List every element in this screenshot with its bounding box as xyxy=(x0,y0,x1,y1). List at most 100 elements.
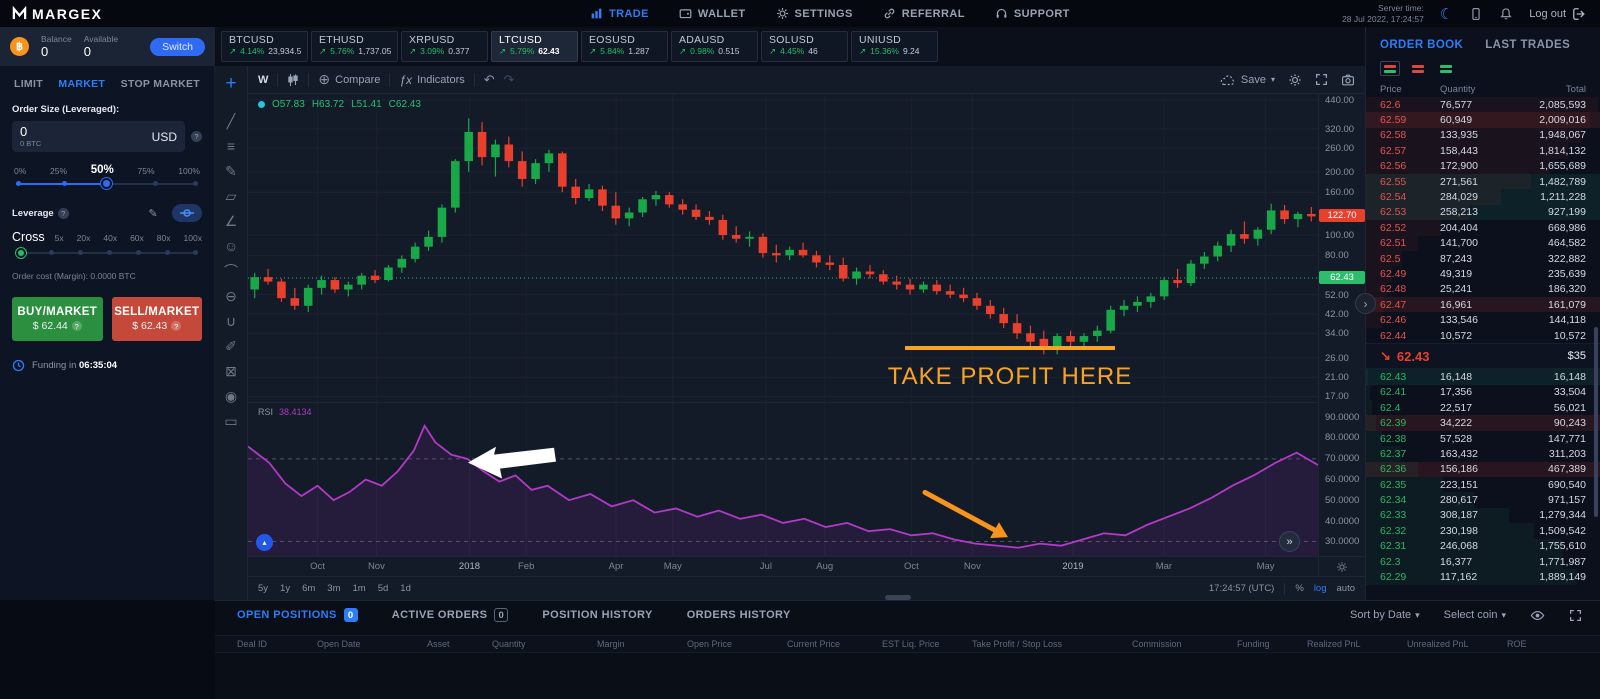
fullscreen-icon[interactable] xyxy=(1315,73,1328,86)
price-axis[interactable]: 440.00320.00260.00200.00160.00100.0080.0… xyxy=(1318,94,1365,556)
undo-button[interactable]: ↶ xyxy=(484,72,495,88)
save-layout-button[interactable]: Save ▾ xyxy=(1220,74,1275,86)
percent-label-50[interactable]: 50% xyxy=(91,164,114,176)
orderbook-row[interactable]: 62.5960,9492,009,016 xyxy=(1366,112,1600,127)
range-1m[interactable]: 1m xyxy=(353,583,366,594)
time-axis[interactable]: OctNov2018FebAprMayJulAugOctNov2019MarMa… xyxy=(248,556,1365,576)
leverage-slider-handle[interactable] xyxy=(16,248,26,258)
percent-slider-handle[interactable] xyxy=(101,178,112,189)
expand-panel-icon[interactable] xyxy=(1569,609,1582,622)
tab-open-positions[interactable]: OPEN POSITIONS0 xyxy=(237,608,358,622)
fib-retracement-tool[interactable]: ≡ xyxy=(227,139,235,153)
notifications-bell-icon[interactable] xyxy=(1499,7,1513,21)
tab-order-book[interactable]: ORDER BOOK xyxy=(1380,39,1463,51)
hide-drawings-tool[interactable]: ◉ xyxy=(225,389,237,403)
orderbook-row[interactable]: 62.56172,9001,655,689 xyxy=(1366,159,1600,174)
leverage-mark-20x[interactable]: 20x xyxy=(77,233,91,243)
orderbook-row[interactable]: 62.4825,241186,320 xyxy=(1366,282,1600,297)
forecast-tool[interactable]: ∠ xyxy=(225,214,238,228)
ticker-btcusd[interactable]: BTCUSD↗4.14%23,934.5 xyxy=(221,31,308,62)
percent-label-25[interactable]: 25% xyxy=(50,166,67,176)
chart-clock[interactable]: 17:24:57 (UTC) xyxy=(1209,583,1274,594)
range-3m[interactable]: 3m xyxy=(327,583,340,594)
orderbook-row[interactable]: 62.37163,432311,203 xyxy=(1366,446,1600,461)
nav-trade[interactable]: TRADE xyxy=(590,7,649,20)
orderbook-row[interactable]: 62.4117,35633,504 xyxy=(1366,385,1600,400)
sort-by-date-dropdown[interactable]: Sort by Date▾ xyxy=(1350,609,1420,621)
order-size-help-icon[interactable]: ? xyxy=(191,131,202,142)
range-5y[interactable]: 5y xyxy=(258,583,268,594)
orderbook-row[interactable]: 62.54284,0291,211,228 xyxy=(1366,189,1600,204)
emoji-tool[interactable]: ☺ xyxy=(224,239,238,253)
orderbook-row[interactable]: 62.52204,404668,986 xyxy=(1366,220,1600,235)
order-size-input[interactable]: 0 0 BTC USD xyxy=(12,121,185,152)
delete-drawings-tool[interactable]: ▭ xyxy=(224,414,237,428)
rsi-pane[interactable]: RSI 38.4134 ▴ » xyxy=(248,402,1318,556)
orderbook-row[interactable]: 62.58133,9351,948,067 xyxy=(1366,128,1600,143)
sell-market-button[interactable]: SELL/MARKET $ 62.43? xyxy=(112,297,203,341)
percent-label-100[interactable]: 100% xyxy=(178,166,200,176)
candle-style-button[interactable] xyxy=(287,73,299,87)
zoom-out-tool[interactable]: ⊖ xyxy=(225,289,237,303)
mobile-app-icon[interactable] xyxy=(1469,7,1483,21)
margin-mode-label[interactable]: Cross xyxy=(12,230,45,244)
logout-button[interactable]: Log out xyxy=(1529,7,1586,21)
toggle-visibility-eye-icon[interactable] xyxy=(1530,608,1545,623)
crosshair-tool[interactable]: + xyxy=(225,74,236,93)
axis-settings-gear-icon[interactable] xyxy=(1336,561,1348,573)
orderbook-row[interactable]: 62.36156,186467,389 xyxy=(1366,462,1600,477)
ticker-adausd[interactable]: ADAUSD↗0.98%0.515 xyxy=(671,31,758,62)
orderbook-row[interactable]: 62.34280,617971,157 xyxy=(1366,492,1600,507)
brush-tool[interactable]: ✎ xyxy=(225,164,237,178)
buy-market-button[interactable]: BUY/MARKET $ 62.44? xyxy=(12,297,103,341)
orderbook-row[interactable]: 62.4410,57210,572 xyxy=(1366,328,1600,343)
orderbook-row[interactable]: 62.587,243322,882 xyxy=(1366,251,1600,266)
orderbook-row[interactable]: 62.4716,961161,079 xyxy=(1366,297,1600,312)
orderbook-row[interactable]: 62.316,3771,771,987 xyxy=(1366,554,1600,569)
orderbook-row[interactable]: 62.57158,4431,814,132 xyxy=(1366,143,1600,158)
measure-tool[interactable]: ⌒ xyxy=(224,264,238,278)
nav-referral[interactable]: REFERRAL xyxy=(883,7,965,20)
tab-market[interactable]: MARKET xyxy=(58,78,105,90)
orderbook-row[interactable]: 62.46133,546144,118 xyxy=(1366,312,1600,327)
switch-button[interactable]: Switch xyxy=(150,38,205,56)
orderbook-row[interactable]: 62.676,5772,085,593 xyxy=(1366,97,1600,112)
chart-watermark-button[interactable]: ▴ xyxy=(256,534,273,551)
percent-label-75[interactable]: 75% xyxy=(138,166,155,176)
trend-line-tool[interactable]: ╱ xyxy=(227,114,235,128)
range-1d[interactable]: 1d xyxy=(400,583,411,594)
tab-stop-market[interactable]: STOP MARKET xyxy=(121,78,200,90)
leverage-slider[interactable] xyxy=(16,247,198,259)
scale-auto-toggle[interactable]: auto xyxy=(1337,583,1356,594)
orderbook-row[interactable]: 62.3857,528147,771 xyxy=(1366,431,1600,446)
view-asks-icon[interactable] xyxy=(1408,61,1428,76)
pattern-tool[interactable]: ▱ xyxy=(226,189,237,203)
orderbook-row[interactable]: 62.32230,1981,509,542 xyxy=(1366,523,1600,538)
screenshot-camera-icon[interactable] xyxy=(1341,73,1355,87)
orderbook-row[interactable]: 62.55271,5611,482,789 xyxy=(1366,174,1600,189)
orderbook-row[interactable]: 62.3934,22290,243 xyxy=(1366,415,1600,430)
orderbook-row[interactable]: 62.31246,0681,755,610 xyxy=(1366,539,1600,554)
range-1y[interactable]: 1y xyxy=(280,583,290,594)
leverage-edit-button[interactable]: ✎ xyxy=(138,204,168,222)
ticker-xrpusd[interactable]: XRPUSD↗3.09%0.377 xyxy=(401,31,488,62)
tab-limit[interactable]: LIMIT xyxy=(14,78,43,90)
scale-percent-toggle[interactable]: % xyxy=(1295,583,1303,594)
view-bids-icon[interactable] xyxy=(1436,61,1456,76)
leverage-mark-80x[interactable]: 80x xyxy=(157,233,171,243)
orderbook-row[interactable]: 62.33308,1871,279,344 xyxy=(1366,508,1600,523)
drawing-tool[interactable]: ✐ xyxy=(225,339,237,353)
timeframe-button[interactable]: W xyxy=(258,74,268,86)
orderbook-row[interactable]: 62.53258,213927,199 xyxy=(1366,205,1600,220)
leverage-mark-100x[interactable]: 100x xyxy=(184,233,202,243)
leverage-slider-toggle[interactable] xyxy=(172,204,202,222)
leverage-help-icon[interactable]: ? xyxy=(58,208,69,219)
tab-last-trades[interactable]: LAST TRADES xyxy=(1485,39,1570,51)
orderbook-scrollbar[interactable] xyxy=(1594,327,1598,517)
redo-button[interactable]: ↷ xyxy=(504,72,515,88)
ticker-solusd[interactable]: SOLUSD↗4.45%46 xyxy=(761,31,848,62)
scale-log-toggle[interactable]: log xyxy=(1314,583,1327,594)
range-6m[interactable]: 6m xyxy=(302,583,315,594)
chart-settings-gear-icon[interactable] xyxy=(1288,73,1302,87)
nav-support[interactable]: SUPPORT xyxy=(995,7,1070,20)
